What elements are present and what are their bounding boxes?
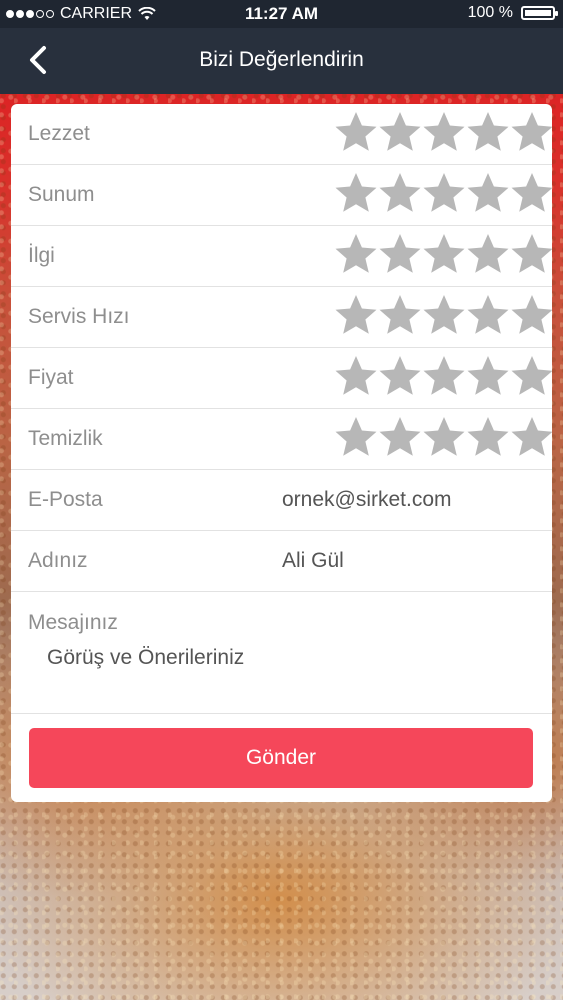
message-field[interactable]: Görüş ve Önerileriniz <box>47 646 244 670</box>
star-icon[interactable] <box>378 354 422 398</box>
star-icon[interactable] <box>510 293 552 337</box>
star-icon[interactable] <box>510 354 552 398</box>
name-field[interactable]: Ali Gül <box>282 549 344 573</box>
submit-button[interactable]: Gönder <box>29 728 533 788</box>
star-icon[interactable] <box>510 110 552 154</box>
star-icon[interactable] <box>422 293 466 337</box>
star-icon[interactable] <box>510 171 552 215</box>
star-rating <box>334 354 552 398</box>
star-icon[interactable] <box>378 293 422 337</box>
email-field[interactable]: ornek@sirket.com <box>282 488 452 512</box>
star-icon[interactable] <box>334 354 378 398</box>
rating-label: İlgi <box>28 244 55 267</box>
page-title: Bizi Değerlendirin <box>199 48 364 71</box>
star-icon[interactable] <box>466 110 510 154</box>
rating-row: Fiyat <box>11 348 552 409</box>
message-label: Mesajınız <box>28 611 118 634</box>
star-icon[interactable] <box>422 171 466 215</box>
star-icon[interactable] <box>466 415 510 459</box>
star-rating <box>334 293 552 337</box>
rating-row: Servis Hızı <box>11 287 552 348</box>
rating-label: Sunum <box>28 183 95 206</box>
rating-row: Temizlik <box>11 409 552 470</box>
star-icon[interactable] <box>466 354 510 398</box>
star-icon[interactable] <box>422 415 466 459</box>
star-rating <box>334 171 552 215</box>
star-icon[interactable] <box>466 232 510 276</box>
star-icon[interactable] <box>466 171 510 215</box>
star-icon[interactable] <box>422 232 466 276</box>
rating-label: Fiyat <box>28 366 74 389</box>
star-icon[interactable] <box>422 110 466 154</box>
star-icon[interactable] <box>334 293 378 337</box>
star-icon[interactable] <box>378 110 422 154</box>
rating-label: Servis Hızı <box>28 305 130 328</box>
star-icon[interactable] <box>334 415 378 459</box>
email-label: E-Posta <box>28 488 103 511</box>
rating-row: İlgi <box>11 226 552 287</box>
star-icon[interactable] <box>510 232 552 276</box>
email-row: E-Posta ornek@sirket.com <box>11 470 552 531</box>
name-row: Adınız Ali Gül <box>11 531 552 592</box>
rating-row: Sunum <box>11 165 552 226</box>
star-icon[interactable] <box>378 232 422 276</box>
message-row: Mesajınız Görüş ve Önerileriniz <box>11 592 552 714</box>
star-icon[interactable] <box>334 171 378 215</box>
star-rating <box>334 415 552 459</box>
rating-label: Lezzet <box>28 122 90 145</box>
star-icon[interactable] <box>378 171 422 215</box>
star-icon[interactable] <box>334 232 378 276</box>
name-label: Adınız <box>28 549 88 572</box>
star-rating <box>334 232 552 276</box>
battery-icon <box>521 6 558 20</box>
star-icon[interactable] <box>466 293 510 337</box>
battery-percent: 100 % <box>467 4 513 21</box>
status-bar: CARRIER 11:27 AM 100 % <box>0 0 563 28</box>
rating-row: Lezzet <box>11 104 552 165</box>
star-icon[interactable] <box>334 110 378 154</box>
star-icon[interactable] <box>378 415 422 459</box>
navigation-bar: Bizi Değerlendirin <box>0 28 563 94</box>
rating-label: Temizlik <box>28 427 103 450</box>
star-icon[interactable] <box>422 354 466 398</box>
star-rating <box>334 110 552 154</box>
star-icon[interactable] <box>510 415 552 459</box>
rating-form: Lezzet Sunum İlgi Servis Hızı Fiyat Temizlik … <box>11 104 552 802</box>
